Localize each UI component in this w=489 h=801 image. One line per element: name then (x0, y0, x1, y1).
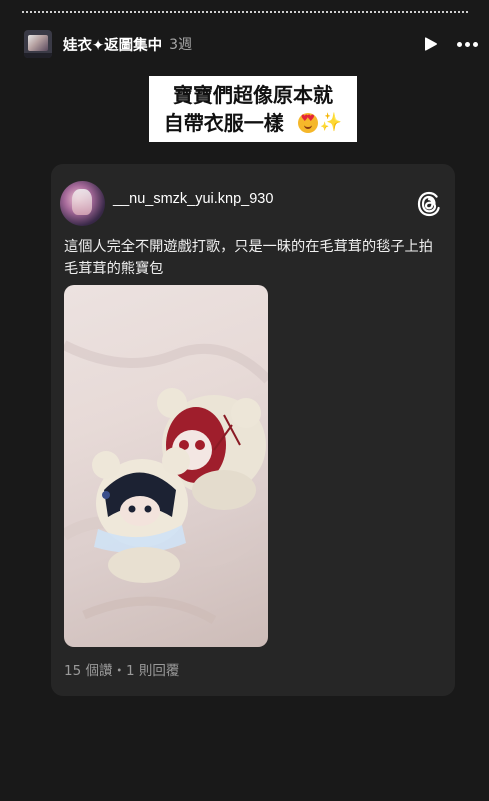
post-author-avatar[interactable] (60, 181, 105, 226)
sticker-line-1: 寶寶們超像原本就 (173, 83, 333, 107)
sparkles-emoji-icon: ✨ (319, 112, 343, 133)
story-username[interactable]: 娃衣✦返圖集中 (63, 34, 162, 55)
heart-eyes-emoji-icon (297, 113, 318, 133)
play-icon[interactable] (420, 33, 442, 55)
stats-separator: ・ (112, 663, 126, 679)
replies-count[interactable]: 1 則回覆 (126, 663, 179, 679)
more-icon[interactable] (456, 33, 478, 55)
avatar[interactable] (24, 30, 52, 58)
text-sticker: 寶寶們超像原本就 自帶衣服一樣 ✨ (149, 76, 357, 142)
threads-post-card[interactable]: __nu_smzk_yui.knp_930 這個人完全不開遊戲打歌，只是一昧的在… (51, 164, 455, 696)
story-progress-bar (22, 11, 468, 14)
post-text: 這個人完全不開遊戲打歌，只是一昧的在毛茸茸的毯子上拍毛茸茸的熊寶包 (64, 239, 433, 277)
post-photo[interactable] (64, 285, 268, 647)
story-header: 娃衣✦返圖集中 3週 (24, 28, 478, 60)
likes-count[interactable]: 15 個讚 (64, 663, 112, 679)
threads-logo-icon (417, 191, 441, 217)
post-author-username[interactable]: __nu_smzk_yui.knp_930 (113, 191, 273, 207)
story-time: 3週 (169, 37, 193, 53)
post-stats: 15 個讚・1 則回覆 (64, 659, 179, 679)
sticker-line-2: 自帶衣服一樣 (163, 111, 284, 135)
